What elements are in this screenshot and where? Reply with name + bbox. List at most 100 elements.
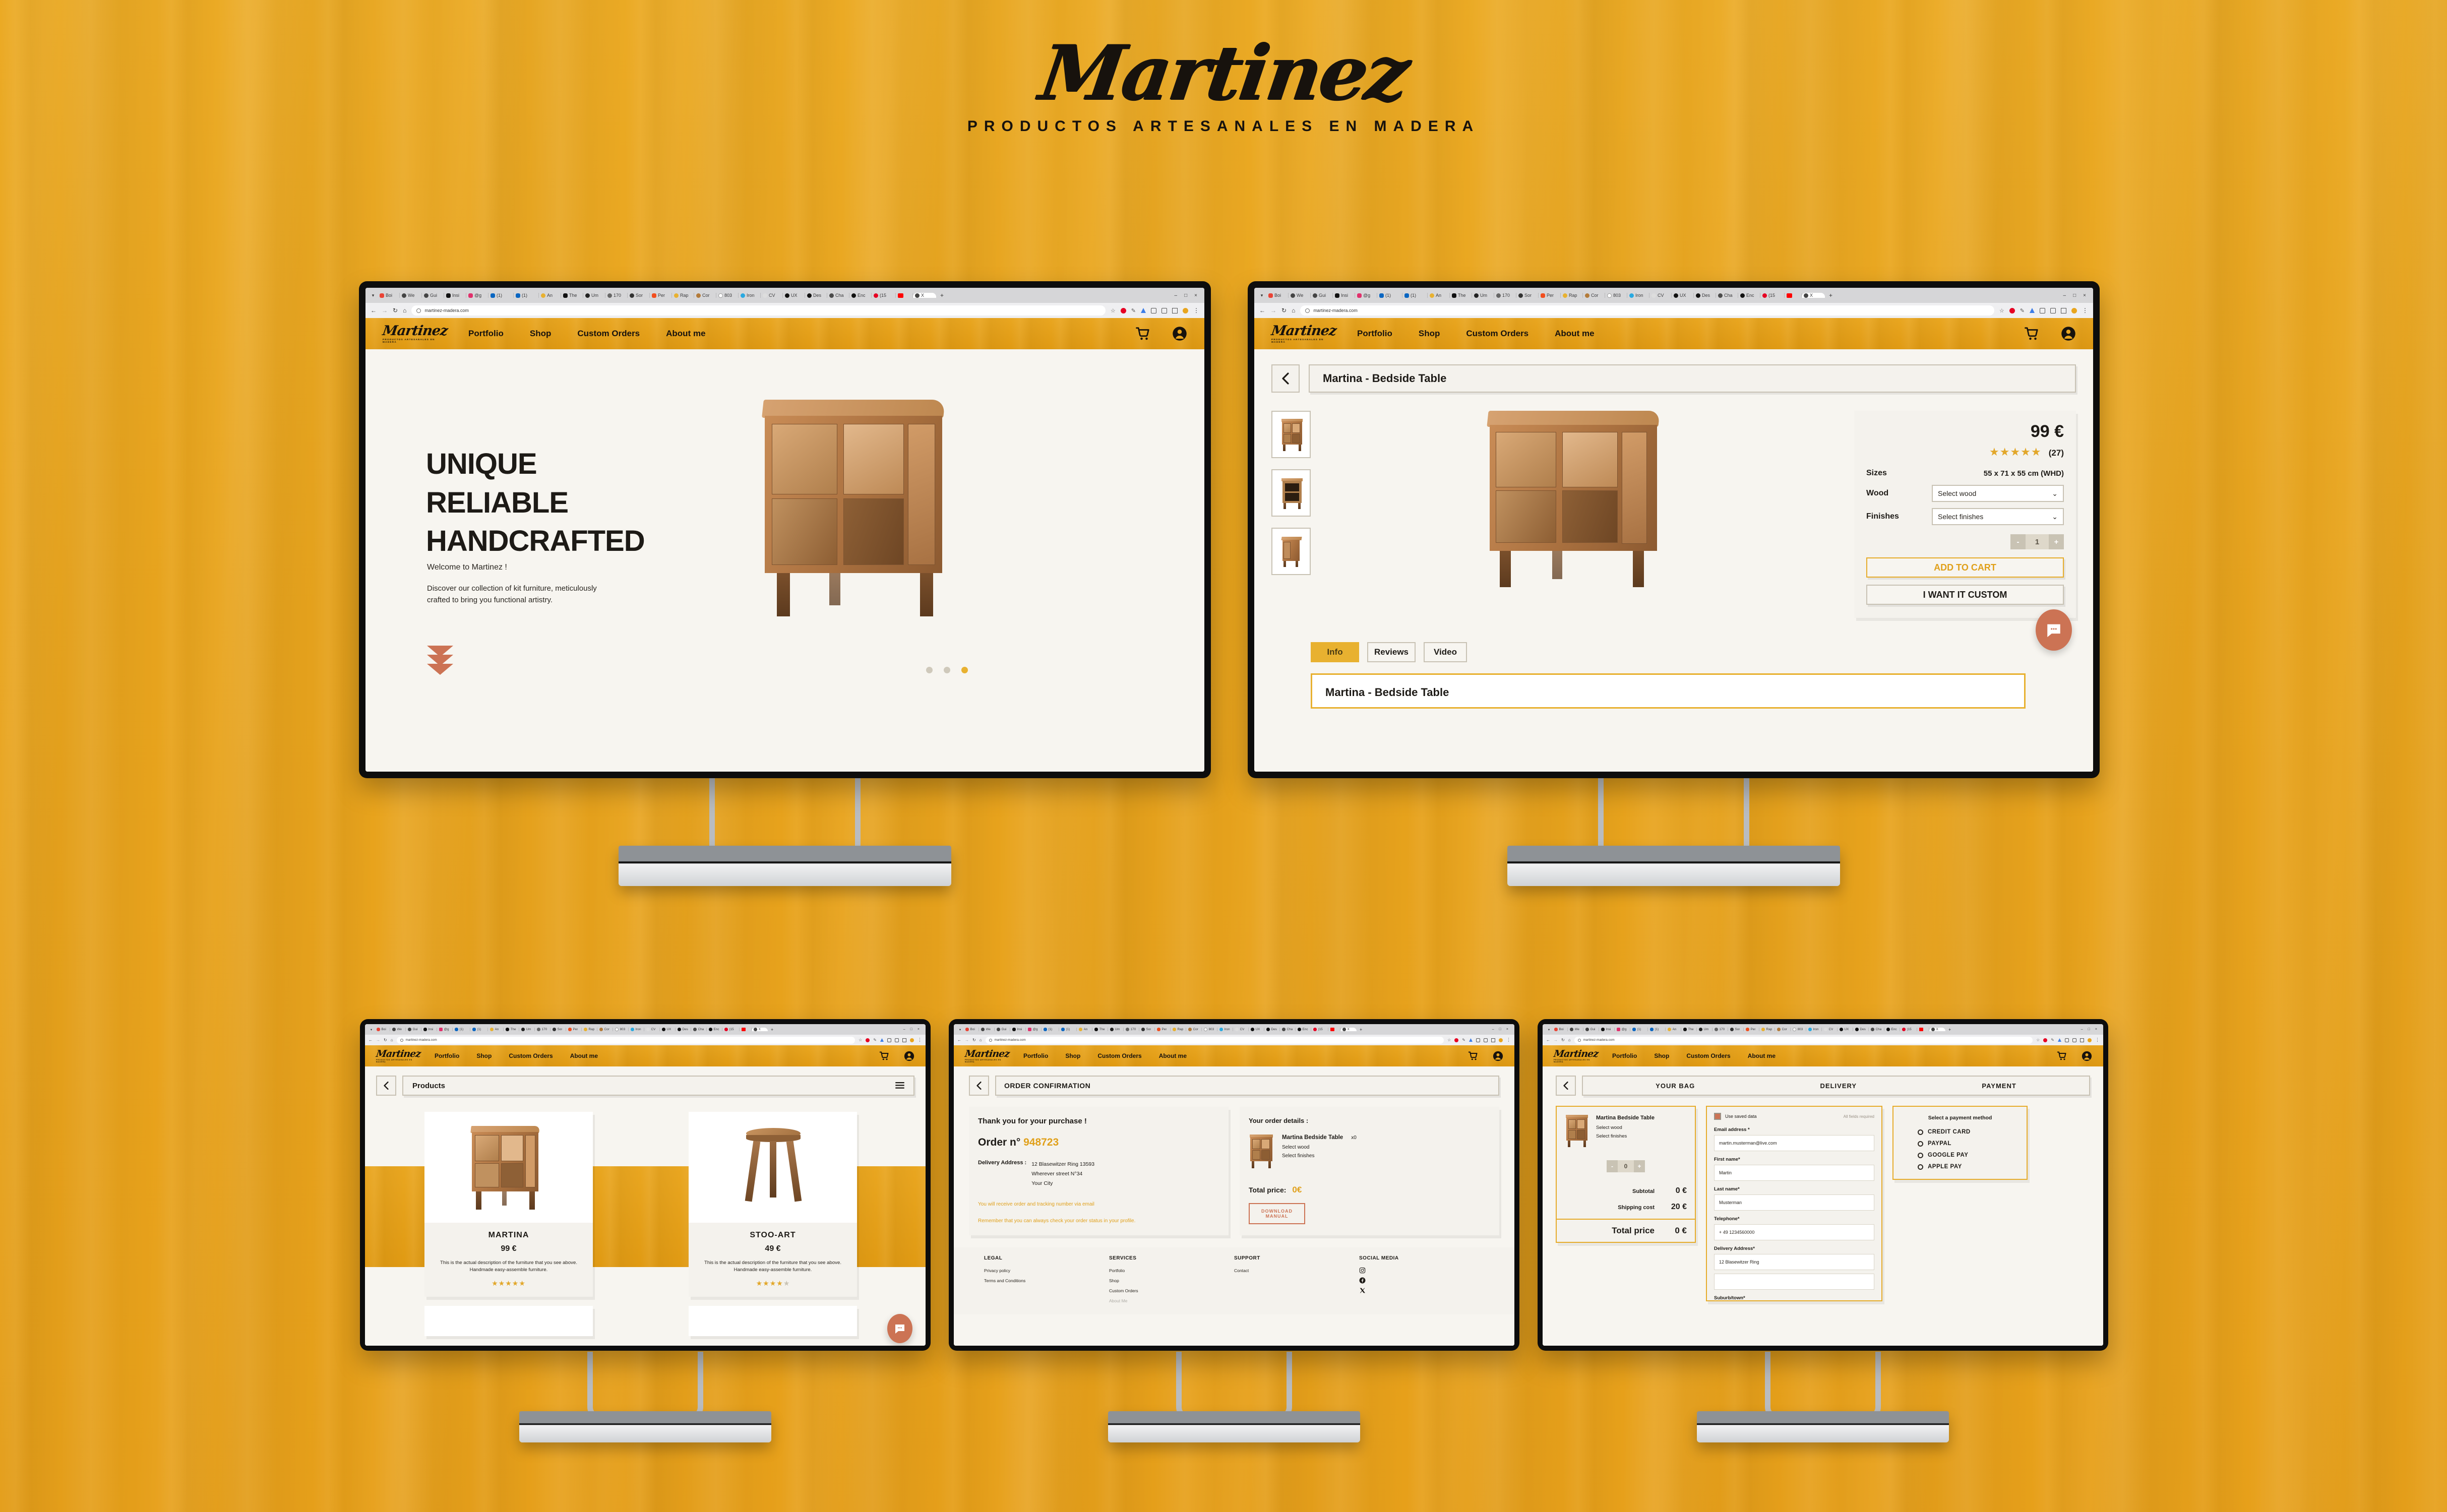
footer-link-contact[interactable]: Contact bbox=[1234, 1268, 1359, 1273]
browser-tab[interactable]: Insi bbox=[1333, 293, 1355, 298]
browser-tab-active[interactable]: X bbox=[913, 293, 936, 298]
browser-tab[interactable] bbox=[740, 1028, 752, 1031]
home-icon[interactable]: ⌂ bbox=[980, 1038, 982, 1042]
carousel-dot-2[interactable] bbox=[944, 667, 950, 673]
browser-tab[interactable]: (1) bbox=[470, 1028, 488, 1031]
browser-tab[interactable]: Gui bbox=[422, 293, 444, 298]
browser-tab[interactable]: (15 bbox=[1311, 1028, 1328, 1031]
extension-icon[interactable] bbox=[2058, 1038, 2061, 1042]
extension-icon[interactable] bbox=[2043, 1038, 2048, 1042]
browser-tab[interactable]: (1) bbox=[1630, 1028, 1648, 1031]
back-button[interactable] bbox=[969, 1076, 989, 1096]
browser-tab[interactable]: Iron bbox=[629, 1028, 644, 1031]
telephone-field[interactable]: + 49 1234560000 bbox=[1714, 1224, 1874, 1240]
browser-tab[interactable]: Enc bbox=[1738, 293, 1760, 298]
browser-tabstrip[interactable]: ▾ Boi We Gui Insi @g (1) (1) An The Um 1… bbox=[1254, 288, 2093, 303]
qty-minus-button[interactable]: - bbox=[1607, 1160, 1618, 1172]
browser-tab[interactable]: Um bbox=[1472, 293, 1494, 298]
browser-tab[interactable]: Boi bbox=[963, 1028, 979, 1031]
new-tab-button[interactable]: + bbox=[768, 1027, 776, 1032]
nav-link-about-me[interactable]: About me bbox=[1159, 1052, 1187, 1059]
browser-tab[interactable]: @g bbox=[1026, 1028, 1042, 1031]
first-name-field[interactable]: Martin bbox=[1714, 1165, 1874, 1181]
browser-tab[interactable]: Um bbox=[1697, 1028, 1712, 1031]
browser-tab[interactable]: (1) bbox=[488, 293, 514, 298]
browser-tab[interactable]: CV bbox=[1649, 293, 1672, 298]
browser-tab[interactable]: 170 bbox=[1494, 293, 1516, 298]
browser-tab[interactable]: Insi bbox=[444, 293, 466, 298]
arrow-right-icon[interactable]: → bbox=[382, 307, 388, 314]
new-tab-button[interactable]: + bbox=[936, 292, 948, 299]
browser-tab[interactable]: Cha bbox=[1280, 1028, 1296, 1031]
browser-tab[interactable]: (1) bbox=[1402, 293, 1428, 298]
checkout-steps[interactable]: YOUR BAG DELIVERY PAYMENT bbox=[1582, 1076, 2090, 1096]
user-account-icon[interactable] bbox=[1172, 326, 1187, 341]
url-input[interactable]: martinez-madera.com bbox=[411, 305, 1106, 316]
site-info-icon[interactable] bbox=[400, 1038, 403, 1042]
window-maximize-button[interactable]: □ bbox=[910, 1028, 912, 1031]
browser-tab[interactable]: (15 bbox=[1900, 1028, 1917, 1031]
browser-tab[interactable]: Des bbox=[1264, 1028, 1280, 1031]
browser-tab[interactable]: (15 bbox=[1760, 293, 1785, 298]
browser-tabstrip[interactable]: ▾ Boi We Gui Insi @g (1) (1) An The Um 1… bbox=[365, 1024, 926, 1035]
browser-tab[interactable]: CV bbox=[644, 1028, 660, 1031]
home-icon[interactable]: ⌂ bbox=[403, 307, 406, 314]
tab-info[interactable]: Info bbox=[1311, 642, 1359, 662]
browser-tab[interactable]: Enc bbox=[1296, 1028, 1311, 1031]
arrow-left-icon[interactable]: ← bbox=[957, 1038, 961, 1042]
nav-link-portfolio[interactable]: Portfolio bbox=[1023, 1052, 1048, 1059]
star-icon[interactable]: ☆ bbox=[1447, 1038, 1451, 1042]
add-to-cart-button[interactable]: ADD TO CART bbox=[1866, 557, 2064, 578]
bag-quantity-stepper[interactable]: - 0 + bbox=[1565, 1160, 1687, 1172]
carousel-dot-3[interactable] bbox=[961, 667, 968, 673]
extension-icon[interactable] bbox=[1454, 1038, 1459, 1042]
star-icon[interactable]: ☆ bbox=[1111, 307, 1116, 314]
browser-tab[interactable]: (1) bbox=[1648, 1028, 1666, 1031]
browser-tab[interactable]: 803 bbox=[1791, 1028, 1806, 1031]
payment-method-paypal[interactable]: PAYPAL bbox=[1918, 1141, 2017, 1147]
extension-icon[interactable]: ✎ bbox=[2020, 307, 2025, 314]
browser-tab[interactable]: Iron bbox=[1217, 1028, 1233, 1031]
browser-tab[interactable]: (1) bbox=[1059, 1028, 1077, 1031]
browser-tab[interactable]: @g bbox=[1615, 1028, 1630, 1031]
arrow-left-icon[interactable]: ← bbox=[1259, 307, 1265, 314]
arrow-left-icon[interactable]: ← bbox=[369, 1038, 373, 1042]
extension-icon[interactable] bbox=[2030, 308, 2035, 313]
reload-icon[interactable]: ↻ bbox=[972, 1038, 976, 1042]
arrow-right-icon[interactable]: → bbox=[965, 1038, 969, 1042]
browser-tab[interactable]: Rap bbox=[582, 1028, 597, 1031]
browser-tab[interactable]: Per bbox=[1155, 1028, 1171, 1031]
browser-tab[interactable]: 803 bbox=[1202, 1028, 1217, 1031]
thumbnail-list[interactable] bbox=[1271, 411, 1311, 618]
nav-link-custom-orders[interactable]: Custom Orders bbox=[1466, 329, 1528, 339]
browser-tab[interactable]: Rap bbox=[672, 293, 694, 298]
browser-tab[interactable]: Enc bbox=[707, 1028, 722, 1031]
window-maximize-button[interactable]: □ bbox=[1499, 1028, 1501, 1031]
browser-tab[interactable]: UX bbox=[1249, 1028, 1264, 1031]
browser-tab[interactable]: Um bbox=[583, 293, 605, 298]
user-account-icon[interactable] bbox=[1493, 1051, 1503, 1061]
wood-select[interactable]: Select wood ⌄ bbox=[1932, 485, 2064, 502]
browser-tab[interactable]: (15 bbox=[722, 1028, 740, 1031]
browser-tab[interactable]: Um bbox=[1108, 1028, 1124, 1031]
kebab-menu-icon[interactable]: ⋮ bbox=[2082, 307, 2088, 314]
browser-tab[interactable] bbox=[1328, 1028, 1340, 1031]
browser-tab[interactable]: We bbox=[979, 1028, 995, 1031]
browser-tab[interactable]: An bbox=[1428, 293, 1450, 298]
delivery-address-field[interactable]: 12 Blasewitzer Ring bbox=[1714, 1254, 1874, 1270]
product-main-image[interactable] bbox=[1324, 411, 1841, 618]
triple-chevron-down-icon[interactable] bbox=[427, 646, 453, 675]
extension-icon[interactable] bbox=[2009, 307, 2015, 313]
product-card-martina[interactable]: MARTINA 99 € This is the actual descript… bbox=[424, 1112, 593, 1297]
new-tab-button[interactable]: + bbox=[1945, 1027, 1954, 1032]
extension-icon[interactable] bbox=[1120, 307, 1126, 313]
nav-link-portfolio[interactable]: Portfolio bbox=[1612, 1052, 1637, 1059]
kebab-menu-icon[interactable]: ⋮ bbox=[1193, 307, 1199, 314]
profile-avatar-icon[interactable] bbox=[1499, 1038, 1503, 1042]
kebab-menu-icon[interactable]: ⋮ bbox=[2095, 1037, 2100, 1043]
extension-icon[interactable] bbox=[2050, 307, 2056, 313]
kebab-menu-icon[interactable]: ⋮ bbox=[917, 1037, 922, 1043]
extension-icon[interactable] bbox=[1172, 307, 1178, 313]
browser-tab[interactable]: Cor bbox=[597, 1028, 613, 1031]
back-button[interactable] bbox=[376, 1076, 396, 1096]
